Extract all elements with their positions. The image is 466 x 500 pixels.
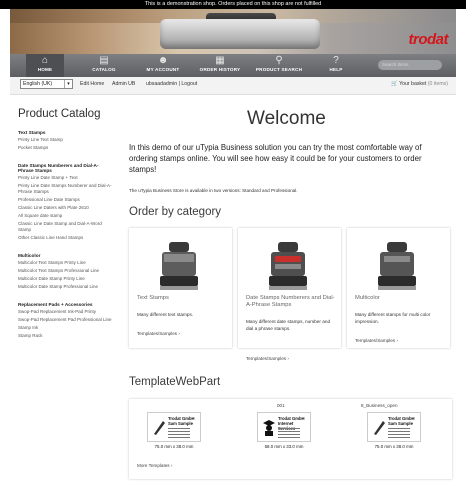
template-preview[interactable]: Trodat GmbH Sam Sample <box>367 412 421 442</box>
order-history-icon: ▦ <box>215 55 225 66</box>
template-preview[interactable]: Trodat GmbH Internet Services <box>257 412 311 442</box>
sidebar-link[interactable]: All Square date stamp <box>18 213 114 219</box>
main-nav: ⌂ HOME ▤ CATALOG ☻ MY ACCOUNT ▦ ORDER HI… <box>10 54 456 77</box>
sidebar-link[interactable]: Multicolor Text Stamps Professional Line <box>18 268 114 274</box>
sidebar-link[interactable]: Multicolor Text Stamps Printy Line <box>18 260 114 266</box>
admin-link[interactable]: Admin UB <box>112 81 135 87</box>
basket-label: Your basket <box>399 81 427 87</box>
template-size: 58.0 mm x 33.0 mm <box>264 444 304 449</box>
pen-icon <box>154 421 165 435</box>
demo-notice-text: This is a demonstration shop. Orders pla… <box>144 1 322 7</box>
help-icon: ? <box>333 55 339 66</box>
stamp-image <box>378 242 416 290</box>
nav-catalog[interactable]: ▤ CATALOG <box>82 54 126 77</box>
nav-product-search[interactable]: ⚲ PRODUCT SEARCH <box>252 54 306 77</box>
card-description: Many different stamps for multi color im… <box>355 312 431 324</box>
templates-samples-link[interactable]: Templates/Samples › <box>137 331 180 336</box>
account-icon: ☻ <box>157 55 169 66</box>
sidebar-link[interactable]: Printy Line Date Stamps Numberer and Dia… <box>18 183 114 195</box>
chevron-right-icon: › <box>169 463 173 468</box>
card-title: Text Stamps <box>137 295 169 301</box>
brand-logo: trodat <box>408 31 449 48</box>
user-logout-link[interactable]: ubsaadadmin | Logout <box>146 81 197 87</box>
language-value: English (UK) <box>23 81 53 87</box>
nav-order-history[interactable]: ▦ ORDER HISTORY <box>195 54 245 77</box>
stamp-image <box>160 242 198 290</box>
card-description: Many different date stamps, number and d… <box>246 319 331 331</box>
stamp-image <box>269 242 307 290</box>
category-card-date-stamps[interactable]: Date Stamps Numberers and Dial-A-Phrase … <box>238 228 341 361</box>
basket-count: (0 items) <box>427 81 448 87</box>
search-input[interactable]: Search Items <box>378 60 442 70</box>
sidebar-link[interactable]: Printy Line Date Stamp + Text <box>18 175 114 181</box>
sidebar-link[interactable]: Professional Line Date Stamps <box>18 197 114 203</box>
language-select[interactable]: English (UK) ▾ <box>20 79 73 89</box>
sidebar-link[interactable]: Stamp Rack <box>18 333 114 339</box>
sidebar-link[interactable]: Swop-Pad Replacement Ink-Pad Printy <box>18 309 114 315</box>
templates-samples-link[interactable]: Templates/Samples › <box>246 356 289 361</box>
nav-help[interactable]: ? HELP <box>318 54 354 77</box>
edit-home-link[interactable]: Edit Home <box>80 81 104 87</box>
order-by-category-heading: Order by category <box>129 206 222 218</box>
catalog-icon: ▤ <box>99 55 109 66</box>
sidebar-category-date-stamps[interactable]: Date Stamps Numberers and Dial-A-Phrase … <box>18 163 114 173</box>
chevron-right-icon: › <box>177 331 180 336</box>
more-templates-link[interactable]: More Templates › <box>137 463 172 468</box>
demo-notice-bar: This is a demonstration shop. Orders pla… <box>0 0 466 9</box>
chevron-down-icon: ▾ <box>64 80 72 88</box>
category-card-multicolor[interactable]: Multicolor Many different stamps for mul… <box>347 228 450 348</box>
card-title: Date Stamps Numberers and Dial-A-Phrase … <box>246 295 335 308</box>
sidebar-category-multicolor[interactable]: Multicolor <box>18 253 114 258</box>
card-description: Many different text stamps. <box>137 312 194 317</box>
template-preview[interactable]: Trodat GmbH Sam Sample <box>147 412 201 442</box>
template-head: 8_Business_open <box>361 403 398 408</box>
card-title: Multicolor <box>355 295 380 301</box>
sidebar-category-text-stamps[interactable]: Text Stamps <box>18 130 114 135</box>
pen-icon <box>374 421 385 435</box>
sidebar-title: Product Catalog <box>18 108 101 120</box>
templates-samples-link[interactable]: Templates/Samples › <box>355 338 398 343</box>
cart-icon: 🛒 <box>391 81 398 87</box>
sidebar-link[interactable]: Other Classic Line Hand Stamps <box>18 235 114 241</box>
category-card-text-stamps[interactable]: Text Stamps Many different text stamps. … <box>129 228 232 348</box>
search-icon: ⚲ <box>275 55 283 66</box>
sidebar-link[interactable]: Classic Line Daters with Plate 2610 <box>18 205 114 211</box>
template-size: 75.0 mm x 38.0 mm <box>374 444 414 449</box>
sidebar-link[interactable]: Classic Line Date Stamp and Dial-A-Word … <box>18 221 114 233</box>
sidebar-link[interactable]: Multicolor Date Stamp Printy Line <box>18 276 114 282</box>
template-webpart-heading: TemplateWebPart <box>129 376 221 388</box>
sidebar-link[interactable]: Stamp Ink <box>18 325 114 331</box>
template-size: 75.0 mm x 38.0 mm <box>154 444 194 449</box>
graduate-icon <box>263 420 275 436</box>
header-banner: trodat <box>10 9 456 54</box>
sidebar-link[interactable]: Pocket Stamps <box>18 145 114 151</box>
template-webpart: Trodat GmbH Sam Sample 75.0 mm x 38.0 mm… <box>129 399 452 479</box>
intro-text: In this demo of our uTypia Business solu… <box>129 143 422 174</box>
sidebar-link[interactable]: Swop-Pad Replacement Pad Professional Li… <box>18 317 114 323</box>
editions-text: The uTypia Business Store is available i… <box>129 188 298 193</box>
nav-my-account[interactable]: ☻ MY ACCOUNT <box>138 54 188 77</box>
sidebar-link[interactable]: Multicolor Date Stamp Professional Line <box>18 284 114 290</box>
banner-stamp-image <box>160 19 320 49</box>
nav-home[interactable]: ⌂ HOME <box>26 54 64 77</box>
basket-link[interactable]: 🛒 Your basket (0 items) <box>391 81 448 87</box>
template-head: 001 <box>277 403 285 408</box>
catalog-sidebar: Product Catalog Text Stamps Printy Line … <box>18 108 114 339</box>
home-icon: ⌂ <box>41 55 49 66</box>
page-title: Welcome <box>247 108 326 129</box>
sidebar-category-replacement-pads[interactable]: Replacement Pads + Accessories <box>18 302 114 307</box>
chevron-right-icon: › <box>395 338 398 343</box>
user-toolbar: English (UK) ▾ Edit Home Admin UB ubsaad… <box>10 77 456 95</box>
chevron-right-icon: › <box>286 356 289 361</box>
sidebar-link[interactable]: Printy Line Text Stamp <box>18 137 114 143</box>
